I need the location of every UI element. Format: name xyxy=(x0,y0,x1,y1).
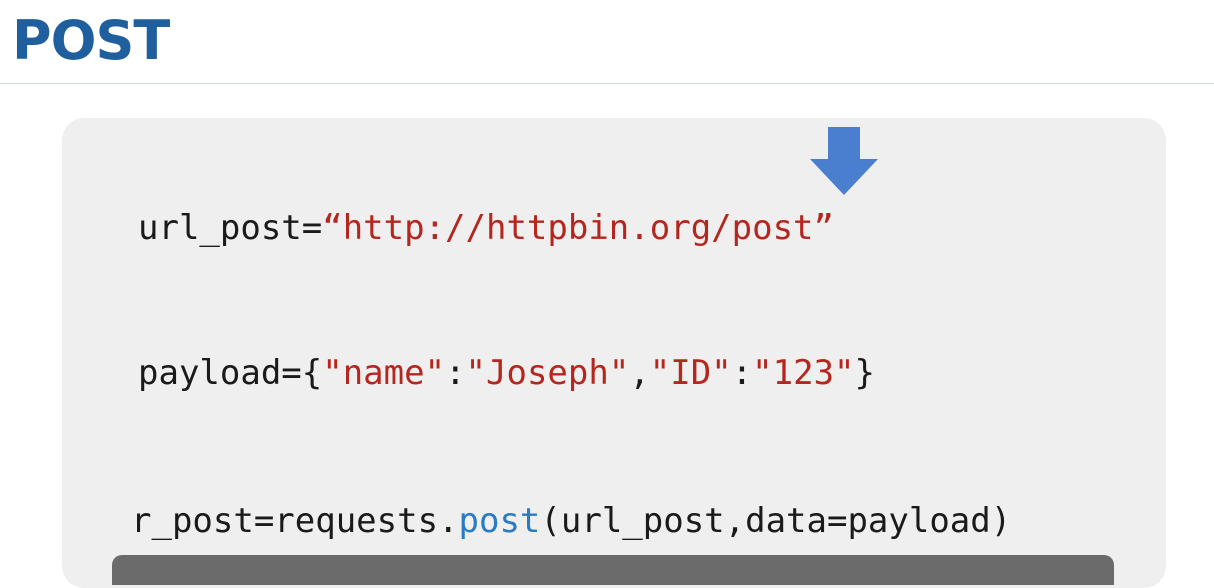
code-prefix-request: r_post=requests. xyxy=(131,501,459,541)
code-colon: : xyxy=(731,353,753,393)
title-divider xyxy=(0,83,1214,84)
code-line-payload: payload={"name":"Joseph","ID":"123"} xyxy=(138,356,875,390)
code-method-post: post xyxy=(458,501,541,541)
code-string-url: “http://httpbin.org/post” xyxy=(322,208,834,248)
code-comma: , xyxy=(629,353,650,393)
code-brace-close: } xyxy=(854,353,876,393)
caption-overlay-bar xyxy=(112,555,1114,585)
slide-title: POST xyxy=(12,9,170,72)
code-key-name: "name" xyxy=(322,353,446,393)
code-line-request: r_post=requests.post(url_post,data=paylo… xyxy=(131,504,1011,538)
code-line-url: url_post=“http://httpbin.org/post” xyxy=(138,211,834,245)
code-colon: : xyxy=(445,353,466,393)
code-value-id: "123" xyxy=(752,353,855,393)
code-var-payload: payload={ xyxy=(138,353,323,393)
code-key-id: "ID" xyxy=(649,353,732,393)
down-arrow-icon xyxy=(810,127,878,195)
code-args: (url_post,data=payload) xyxy=(540,501,1012,541)
code-var-url: url_post= xyxy=(138,208,323,248)
code-value-name: "Joseph" xyxy=(465,353,630,393)
